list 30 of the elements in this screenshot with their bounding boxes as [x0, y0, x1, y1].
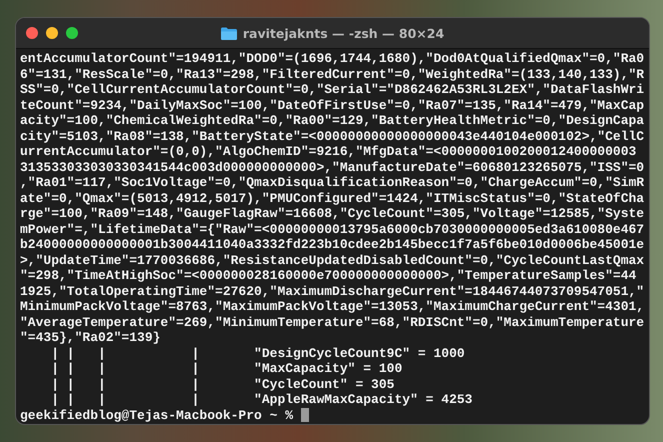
terminal-output-line: MinimumPackVoltage"=8763,"MaximumPackVoltage"=13053,"MaximumChargeCurrent"=4301, [20, 299, 646, 314]
folder-icon [220, 26, 237, 40]
terminal-output-line: ate"=0,"Qmax"=(5013,4912,5017),"PMUConfigured"=1424,"ITMiscStatus"=0,"StateOfCha [20, 190, 646, 206]
maximize-button[interactable] [66, 27, 78, 39]
terminal-output-line: | | | | "CycleCount" = 305 [50, 376, 396, 392]
terminal-output-line: | | | | "DesignCycleCount9C" = 1000 [50, 346, 466, 361]
close-button[interactable] [26, 27, 38, 39]
terminal-output-line: acity"=100,"ChemicalWeightedRa"=0,"Ra00"=129,"BatteryHealthMetric"=0,"DesignCapa [20, 113, 646, 128]
terminal-output-line: SS"=0,"CellCurrentAccumulatorCount"=0,"Serial"="D862462A53RL3L2EX","DataFlashWri [20, 82, 646, 98]
terminal-output-line: | | | | "MaxCapacity" = 100 [50, 361, 404, 376]
terminal-output-line: | | | | "AppleRawMaxCapacity" = 4253 [50, 392, 474, 408]
terminal-output-line: teCount"=9234,"DailyMaxSoc"=100,"DateOfFirstUse"=0,"Ra07"=135,"Ra14"=479,"MaxCap [20, 98, 646, 113]
terminal-output-line: rge"=100,"Ra09"=148,"GaugeFlagRaw"=16608,"CycleCount"=305,"Voltage"=12585,"Syste [20, 206, 646, 222]
terminal-output-line: city"=5103,"Ra08"=138,"BatteryState"=<00000000000000000043e440104e000102>,"CellC [20, 128, 646, 144]
text-cursor [301, 408, 310, 422]
terminal-output-line: 313533033030330341544c003d000000000000>,"ManufactureDate"=60680123265075,"ISS"=0 [20, 160, 646, 175]
terminal-output-line: >,"UpdateTime"=1770036686,"ResistanceUpdatedDisabledCount"=0,"CycleCountLastQmax [20, 252, 646, 268]
terminal-output-line: 6"=131,"ResScale"=0,"Ra13"=298,"FilteredCurrent"=0,"WeightedRa"=(133,140,133),"R [20, 66, 646, 82]
terminal-output-line: 1925,"TotalOperatingTime"=27620,"MaximumDischargeCurrent"=18446744073709547051," [20, 284, 646, 299]
terminal-output-line: "=298,"TimeAtHighSoc"=<000000028160000e700000000000000>,"TemperatureSamples"=44 [20, 268, 638, 284]
terminal-output-line: ,"Ra01"=117,"Soc1Voltage"=0,"QmaxDisqualificationReason"=0,"ChargeAccum"=0,"SimR [20, 175, 646, 190]
window-title: ravitejaknts — -zsh — 80×24 [242, 26, 444, 40]
terminal-output-line: urrentAccumulator"=(0,0),"AlgoChemID"=9216,"MfgData"=<0000000100200012400000003 [20, 144, 638, 160]
terminal-output-line: "=435},"Ra02"=139} [20, 330, 162, 346]
terminal-output-line: entAccumulatorCount"=194911,"DOD0"=(1696,1744,1680),"Dod0AtQualifiedQmax"=0,"Ra0 [20, 51, 646, 66]
shell-prompt: geekifiedblog@Tejas-Macbook-Pro ~ % [20, 408, 294, 423]
terminal-output-line: mPower"=,"LifetimeData"={"Raw"=<00000000013795a6000cb7030000000005ed3a610080e467 [20, 222, 646, 237]
minimize-button[interactable] [46, 27, 58, 39]
terminal-output-line: "AverageTemperature"=269,"MinimumTemperature"=68,"RDISCnt"=0,"MaximumTemperature [20, 314, 646, 330]
terminal-output-line: b24000000000000001b3004411040a3332fd223b10cdee2b145becc1f7a5f6be010d0006be45001e [20, 237, 646, 252]
